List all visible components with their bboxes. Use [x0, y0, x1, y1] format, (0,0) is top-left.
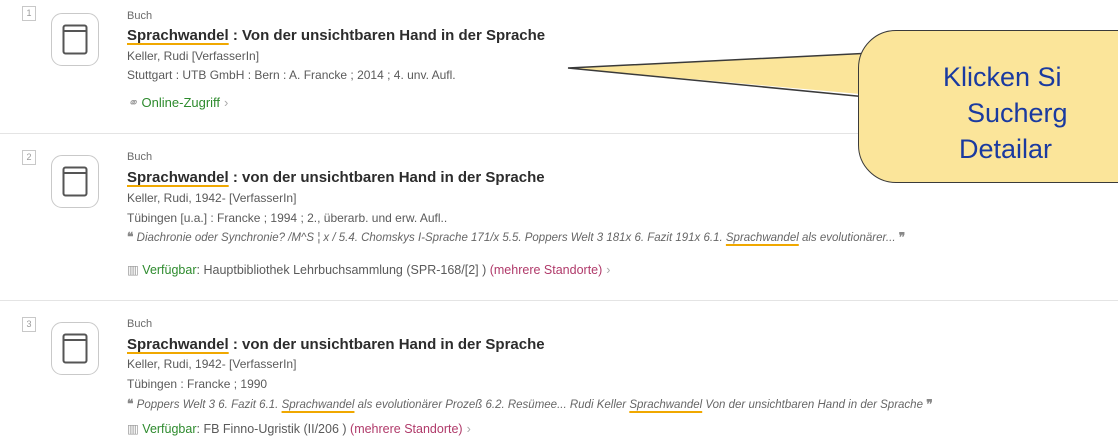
callout-text: Klicken Si Sucherg Detailar — [859, 31, 1118, 167]
tutorial-callout: Klicken Si Sucherg Detailar — [858, 30, 1118, 183]
callout-line-2: Sucherg — [967, 98, 1068, 128]
callout-line-3: Detailar — [959, 134, 1053, 164]
callout-line-1: Klicken Si — [943, 62, 1062, 92]
